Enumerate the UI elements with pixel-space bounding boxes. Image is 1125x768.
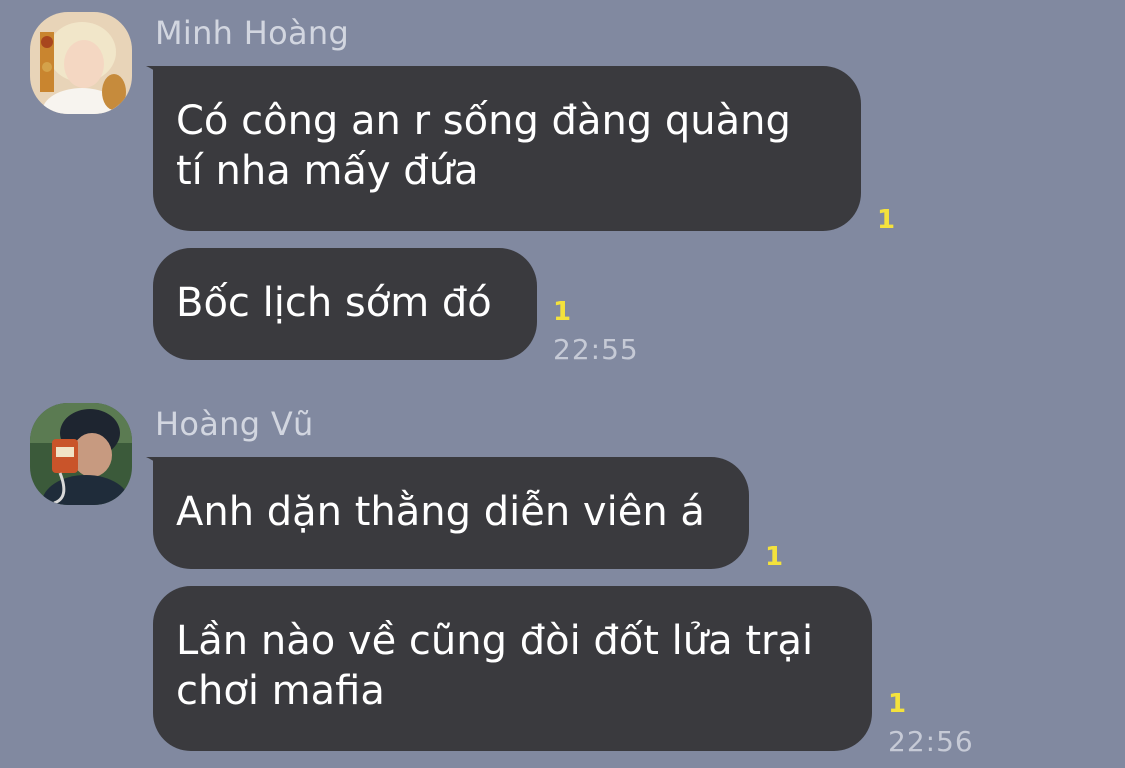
unread-count: 1 — [765, 542, 784, 572]
avatar-minh-hoang[interactable] — [30, 12, 132, 114]
message-bubble[interactable]: Có công an r sống đàng quàng tí nha mấy … — [153, 66, 861, 231]
message-text: tí nha mấy đứa — [176, 148, 479, 194]
sender-name: Hoàng Vũ — [155, 405, 314, 443]
message-bubble[interactable]: Lần nào về cũng đòi đốt lửa trại chơi ma… — [153, 586, 872, 751]
message-text: Lần nào về cũng đòi đốt lửa trại — [176, 618, 814, 664]
unread-count: 1 — [553, 297, 572, 327]
unread-count: 1 — [877, 205, 896, 235]
unread-count: 1 — [888, 689, 907, 719]
message-bubble[interactable]: Anh dặn thằng diễn viên á — [153, 457, 749, 569]
message-text: Anh dặn thằng diễn viên á — [176, 489, 705, 535]
timestamp: 22:55 — [553, 333, 639, 366]
message-text: chơi mafia — [176, 668, 385, 714]
avatar-hoang-vu[interactable] — [30, 403, 132, 505]
message-text: Có công an r sống đàng quàng — [176, 98, 791, 144]
message-bubble[interactable]: Bốc lịch sớm đó — [153, 248, 537, 360]
sender-name: Minh Hoàng — [155, 14, 350, 52]
message-text: Bốc lịch sớm đó — [176, 280, 492, 326]
timestamp: 22:56 — [888, 725, 974, 758]
